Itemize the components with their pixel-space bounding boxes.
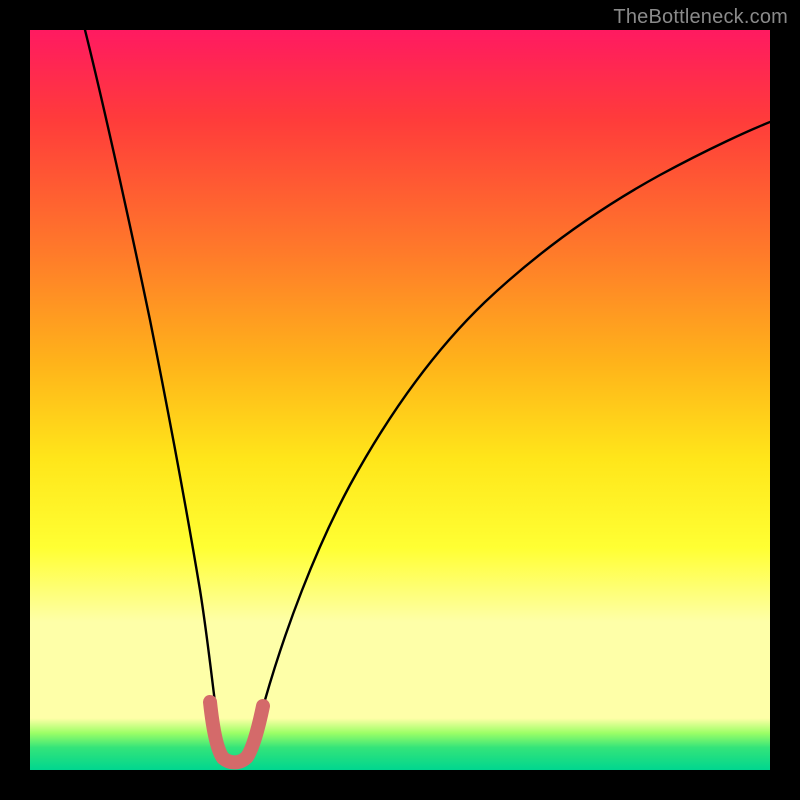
plot-area	[30, 30, 770, 770]
curve-layer	[30, 30, 770, 770]
watermark: TheBottleneck.com	[613, 6, 788, 29]
bottleneck-curve	[85, 30, 770, 759]
chart-frame: TheBottleneck.com	[0, 0, 800, 800]
sweet-spot-marker	[210, 702, 263, 762]
